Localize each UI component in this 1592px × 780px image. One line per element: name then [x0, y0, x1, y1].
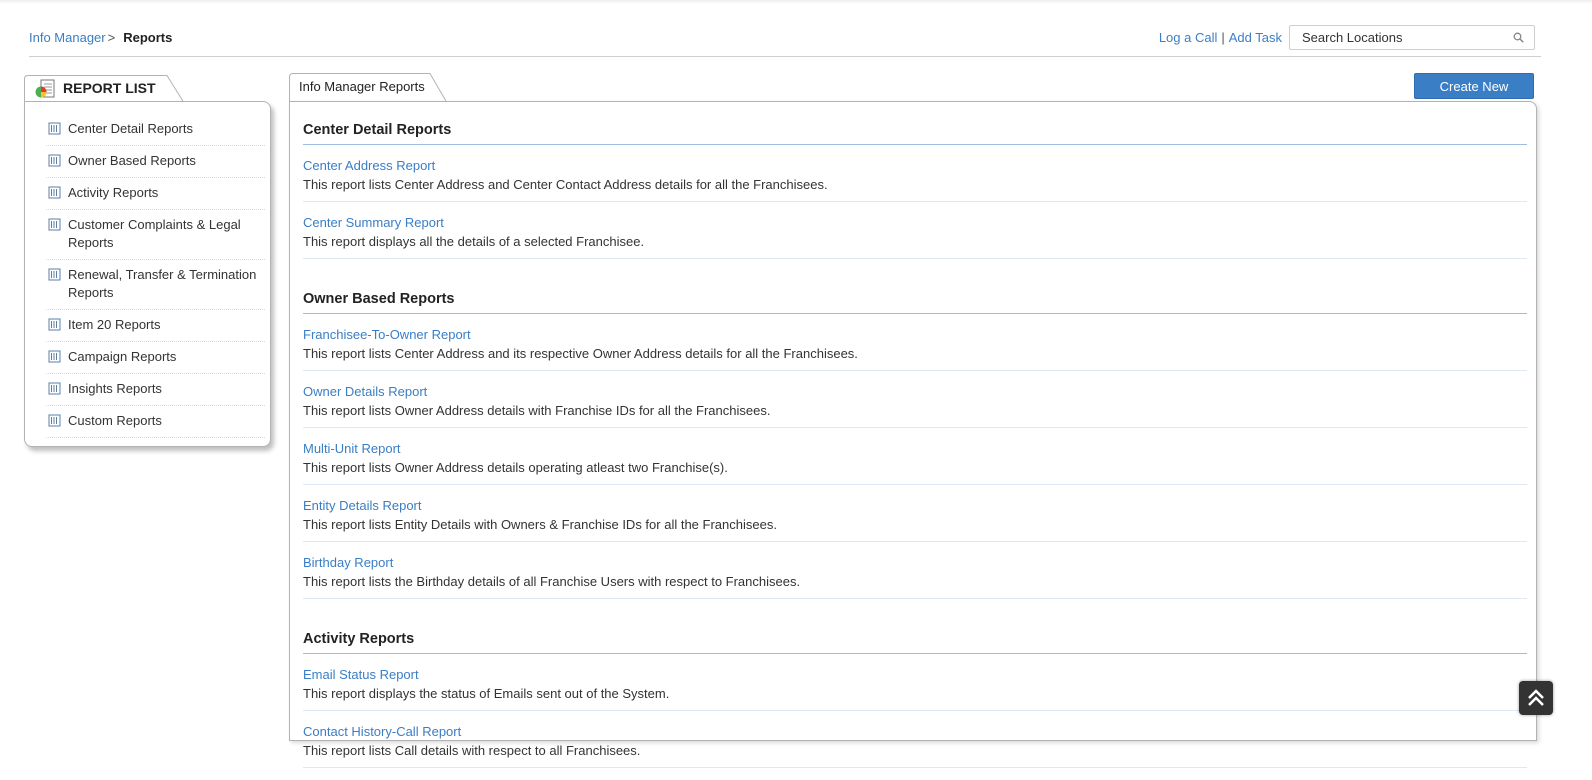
report-list: Center Detail Reports Owner Based Reports…	[46, 102, 265, 438]
report-section: Center Detail Reports Center Address Repo…	[303, 102, 1527, 259]
report-link[interactable]: Owner Details Report	[303, 382, 1527, 401]
report-list-item[interactable]: Item 20 Reports	[46, 310, 265, 342]
report-list-tab: REPORT LIST	[24, 75, 184, 102]
report-list-item-label: Renewal, Transfer & Termination Reports	[68, 267, 257, 300]
report-list-item[interactable]: Customer Complaints & Legal Reports	[46, 210, 265, 260]
report-list-item[interactable]: Owner Based Reports	[46, 146, 265, 178]
report-item: Center Address Report This report lists C…	[303, 145, 1527, 202]
report-list-item-label: Insights Reports	[68, 381, 162, 396]
report-description: This report lists the Birthday details o…	[303, 574, 801, 589]
breadcrumb-separator: >	[107, 30, 116, 45]
search-box	[1289, 25, 1535, 50]
report-list-item[interactable]: Custom Reports	[46, 406, 265, 438]
breadcrumb-info-manager-link[interactable]: Info Manager	[29, 30, 106, 45]
report-list-item-label: Custom Reports	[68, 413, 162, 428]
report-list-item-label: Campaign Reports	[68, 349, 177, 364]
top-actions: Log a Call | Add Task	[1159, 30, 1282, 45]
report-link[interactable]: Center Summary Report	[303, 213, 1527, 232]
breadcrumb-current: Reports	[123, 30, 173, 45]
report-description: This report lists Owner Address details …	[303, 403, 771, 418]
section-title: Owner Based Reports	[303, 271, 1527, 314]
report-item: Franchisee-To-Owner Report This report li…	[303, 314, 1527, 371]
report-list-item[interactable]: Center Detail Reports	[46, 114, 265, 146]
report-description: This report displays the status of Email…	[303, 686, 670, 701]
report-item: Email Status Report This report displays …	[303, 654, 1527, 711]
report-description: This report lists Owner Address details …	[303, 460, 728, 475]
reports-panel: Center Detail Reports Center Address Repo…	[289, 101, 1537, 768]
report-list-item-label: Item 20 Reports	[68, 317, 161, 332]
report-link[interactable]: Multi-Unit Report	[303, 439, 1527, 458]
report-link[interactable]: Contact History-Call Report	[303, 722, 1527, 741]
create-new-report-button[interactable]: Create New Report	[1414, 73, 1534, 118]
section-title: Center Detail Reports	[303, 102, 1527, 145]
report-book-icon	[48, 154, 61, 172]
report-description: This report displays all the details of …	[303, 234, 645, 249]
report-list-item[interactable]: Insights Reports	[46, 374, 265, 406]
search-icon[interactable]	[1513, 32, 1524, 43]
report-section: Owner Based Reports Franchisee-To-Owner R…	[303, 271, 1527, 599]
report-book-icon	[48, 122, 61, 140]
report-chart-icon	[34, 79, 56, 102]
report-book-icon	[48, 318, 61, 336]
action-divider: |	[1221, 30, 1225, 45]
double-chevron-up-icon	[1528, 689, 1544, 706]
main-tab-label: Info Manager Reports	[299, 79, 425, 94]
report-list-item[interactable]: Renewal, Transfer & Termination Reports	[46, 260, 265, 310]
top-shade	[0, 0, 1592, 4]
report-item: Contact History-Call Report This report l…	[303, 711, 1527, 768]
report-book-icon	[48, 186, 61, 204]
report-book-icon	[48, 414, 61, 432]
header-divider	[29, 56, 1541, 57]
report-book-icon	[48, 218, 61, 236]
section-title: Activity Reports	[303, 611, 1527, 654]
search-input[interactable]	[1290, 26, 1502, 48]
report-book-icon	[48, 350, 61, 368]
report-list-item-label: Owner Based Reports	[68, 153, 196, 168]
report-item: Entity Details Report This report lists E…	[303, 485, 1527, 542]
scroll-to-top-button[interactable]	[1519, 681, 1553, 715]
report-list-panel: Center Detail Reports Owner Based Reports…	[24, 101, 271, 447]
report-description: This report lists Call details with resp…	[303, 743, 641, 758]
report-list-item[interactable]: Campaign Reports	[46, 342, 265, 374]
report-section: Activity Reports Email Status Report This …	[303, 611, 1527, 768]
report-link[interactable]: Franchisee-To-Owner Report	[303, 325, 1527, 344]
report-link[interactable]: Email Status Report	[303, 665, 1527, 684]
report-description: This report lists Center Address and its…	[303, 346, 858, 361]
report-item: Owner Details Report This report lists Ow…	[303, 371, 1527, 428]
report-list-item-label: Activity Reports	[68, 185, 159, 200]
reports-content: Center Detail Reports Center Address Repo…	[303, 102, 1527, 780]
report-link[interactable]: Center Address Report	[303, 156, 1527, 175]
report-link[interactable]: Entity Details Report	[303, 496, 1527, 515]
report-book-icon	[48, 268, 61, 286]
report-description: This report lists Entity Details with Ow…	[303, 517, 777, 532]
report-list-item-label: Center Detail Reports	[68, 121, 193, 136]
report-list-title: REPORT LIST	[63, 80, 156, 96]
report-book-icon	[48, 382, 61, 400]
report-item: Center Summary Report This report display…	[303, 202, 1527, 259]
add-task-link[interactable]: Add Task	[1229, 30, 1282, 45]
log-a-call-link[interactable]: Log a Call	[1159, 30, 1218, 45]
report-link[interactable]: Birthday Report	[303, 553, 1527, 572]
breadcrumb: Info Manager > Reports	[29, 30, 172, 45]
report-item: Multi-Unit Report This report lists Owner…	[303, 428, 1527, 485]
report-description: This report lists Center Address and Cen…	[303, 177, 828, 192]
tab-info-manager-reports[interactable]: Info Manager Reports	[289, 73, 447, 102]
report-list-item-label: Customer Complaints & Legal Reports	[68, 217, 241, 250]
report-item: Birthday Report This report lists the Bir…	[303, 542, 1527, 599]
report-list-item[interactable]: Activity Reports	[46, 178, 265, 210]
